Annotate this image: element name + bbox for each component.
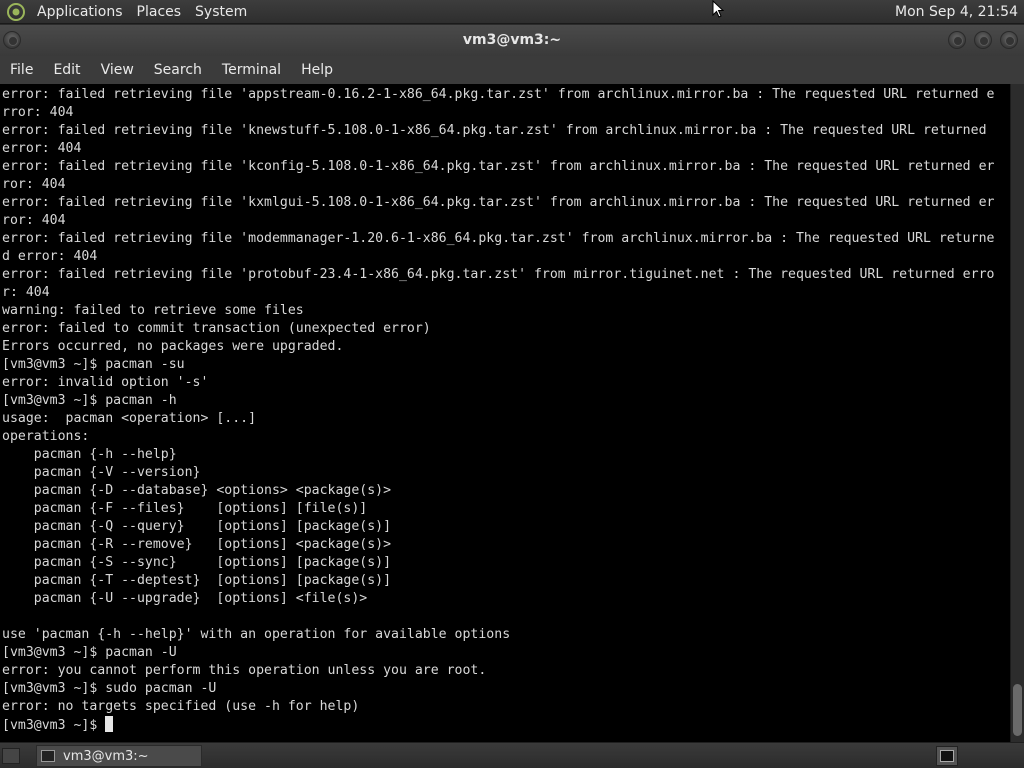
scrollbar-thumb[interactable] (1013, 684, 1022, 736)
top-panel: Applications Places System Mon Sep 4, 21… (0, 0, 1024, 24)
terminal-line: use 'pacman {-h --help}' with an operati… (2, 627, 511, 642)
terminal-line: pacman {-V --version} (2, 465, 201, 480)
terminal-line: rror: 404 (2, 105, 74, 120)
taskbar-button-terminal[interactable]: vm3@vm3:~ (36, 745, 202, 767)
terminal-line: error: failed retrieving file 'kconfig-5… (2, 159, 995, 174)
window-title: vm3@vm3:~ (462, 32, 562, 48)
terminal-line: pacman {-F --files} [options] [file(s)] (2, 501, 368, 516)
tray-terminal-icon[interactable] (936, 746, 958, 766)
terminal-line: pacman {-S --sync} [options] [package(s)… (2, 555, 392, 570)
terminal-line: error: failed retrieving file 'kxmlgui-5… (2, 195, 995, 210)
terminal-line: error: no targets specified (use -h for … (2, 699, 360, 714)
terminal-scrollbar[interactable] (1010, 84, 1024, 742)
window-titlebar[interactable]: vm3@vm3:~ (0, 25, 1024, 56)
bottom-panel: vm3@vm3:~ (0, 742, 1024, 768)
terminal-line: error: failed to commit transaction (une… (2, 321, 431, 336)
terminal-lines: error: failed retrieving file 'appstream… (2, 86, 994, 734)
terminal-line: error: failed retrieving file 'modemmana… (2, 231, 995, 246)
terminal-line: [vm3@vm3 ~]$ pacman -h (2, 393, 177, 408)
show-desktop-icon[interactable] (2, 748, 20, 764)
terminal-line: pacman {-D --database} <options> <packag… (2, 483, 392, 498)
terminal-line: pacman {-U --upgrade} [options] <file(s)… (2, 591, 368, 606)
terminal-line: error: invalid option '-s' (2, 375, 209, 390)
menu-system[interactable]: System (189, 4, 255, 20)
terminal-line: [vm3@vm3 ~]$ pacman -su (2, 357, 185, 372)
terminal-line: r: 404 (2, 285, 50, 300)
terminal-line: pacman {-R --remove} [options] <package(… (2, 537, 392, 552)
terminal-output[interactable]: error: failed retrieving file 'appstream… (0, 84, 1010, 742)
close-button[interactable] (1000, 31, 1018, 49)
taskbar-button-label: vm3@vm3:~ (63, 748, 149, 764)
terminal-line: Errors occurred, no packages were upgrad… (2, 339, 344, 354)
terminal-line: [vm3@vm3 ~]$ sudo pacman -U (2, 681, 217, 696)
distro-logo-icon[interactable] (7, 2, 25, 21)
terminal-prompt: [vm3@vm3 ~]$ (2, 718, 106, 733)
terminal-line: pacman {-h --help} (2, 447, 177, 462)
menu-edit[interactable]: Edit (43, 62, 90, 78)
menu-search[interactable]: Search (144, 62, 212, 78)
terminal-line: error: failed retrieving file 'protobuf-… (2, 267, 995, 282)
terminal-cursor (105, 716, 114, 732)
clock[interactable]: Mon Sep 4, 21:54 (895, 4, 1024, 20)
terminal-icon (41, 750, 55, 762)
menu-help[interactable]: Help (291, 62, 343, 78)
terminal-line: pacman {-Q --query} [options] [package(s… (2, 519, 392, 534)
terminal-line: pacman {-T --deptest} [options] [package… (2, 573, 392, 588)
terminal-line: error: 404 (2, 141, 82, 156)
menu-file[interactable]: File (0, 62, 43, 78)
terminal-line: [vm3@vm3 ~]$ pacman -U (2, 645, 177, 660)
menu-places[interactable]: Places (131, 4, 190, 20)
minimize-button[interactable] (948, 31, 966, 49)
maximize-button[interactable] (974, 31, 992, 49)
menubar: File Edit View Search Terminal Help (0, 56, 1024, 84)
terminal-line: ror: 404 (2, 213, 66, 228)
mouse-pointer-icon (712, 0, 724, 18)
terminal-line: operations: (2, 429, 90, 444)
menu-applications[interactable]: Applications (31, 4, 131, 20)
terminal-prompt-line: [vm3@vm3 ~]$ (2, 716, 994, 734)
menu-terminal[interactable]: Terminal (212, 62, 291, 78)
terminal-line: ror: 404 (2, 177, 66, 192)
terminal-line: error: failed retrieving file 'knewstuff… (2, 123, 987, 138)
terminal-line: usage: pacman <operation> [...] (2, 411, 257, 426)
terminal-line: d error: 404 (2, 249, 98, 264)
terminal-line: error: failed retrieving file 'appstream… (2, 87, 995, 102)
menu-view[interactable]: View (91, 62, 144, 78)
terminal-line: error: you cannot perform this operation… (2, 663, 487, 678)
terminal-line: warning: failed to retrieve some files (2, 303, 304, 318)
